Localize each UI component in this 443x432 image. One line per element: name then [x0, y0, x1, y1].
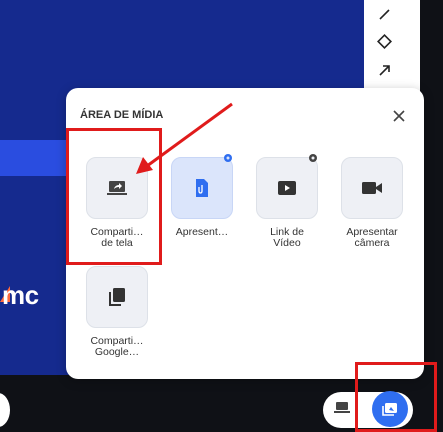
- tile-label-line2: Google…: [94, 346, 140, 358]
- close-icon: [393, 110, 405, 122]
- annotation-box-screen-share: [66, 128, 162, 265]
- presentation-file-icon: [196, 179, 208, 197]
- video-link-icon: [278, 181, 296, 195]
- gear-icon: [224, 154, 232, 162]
- arrow-tool-icon[interactable]: [374, 59, 396, 81]
- logo-text: mc: [2, 280, 39, 310]
- tile-video-link[interactable]: Link de Vídeo: [247, 154, 327, 249]
- presentation-button[interactable]: [171, 154, 233, 219]
- eraser-icon[interactable]: [374, 31, 396, 53]
- google-share-button[interactable]: [86, 266, 148, 328]
- tile-google-share[interactable]: Comparti… Google…: [77, 266, 157, 358]
- tile-presentation[interactable]: Apresent…: [162, 154, 242, 238]
- pencil-icon[interactable]: [374, 2, 396, 24]
- close-button[interactable]: [388, 105, 410, 127]
- tile-label-line2: Vídeo: [273, 237, 301, 249]
- copy-icon: [109, 288, 125, 306]
- popup-title: ÁREA DE MÍDIA: [80, 109, 164, 121]
- annotation-box-media-button: [355, 362, 437, 432]
- screen-icon[interactable]: [334, 401, 350, 415]
- camera-icon: [362, 182, 382, 194]
- video-link-button[interactable]: [256, 154, 318, 219]
- camera-button[interactable]: [341, 157, 403, 219]
- banner-strip: [0, 140, 70, 176]
- tile-label-line2: câmera: [354, 237, 390, 249]
- drawing-toolbar: [364, 0, 420, 100]
- tile-camera[interactable]: Apresentar câmera: [332, 157, 412, 249]
- tile-label-line1: Apresent…: [175, 226, 229, 238]
- gear-icon: [309, 154, 317, 162]
